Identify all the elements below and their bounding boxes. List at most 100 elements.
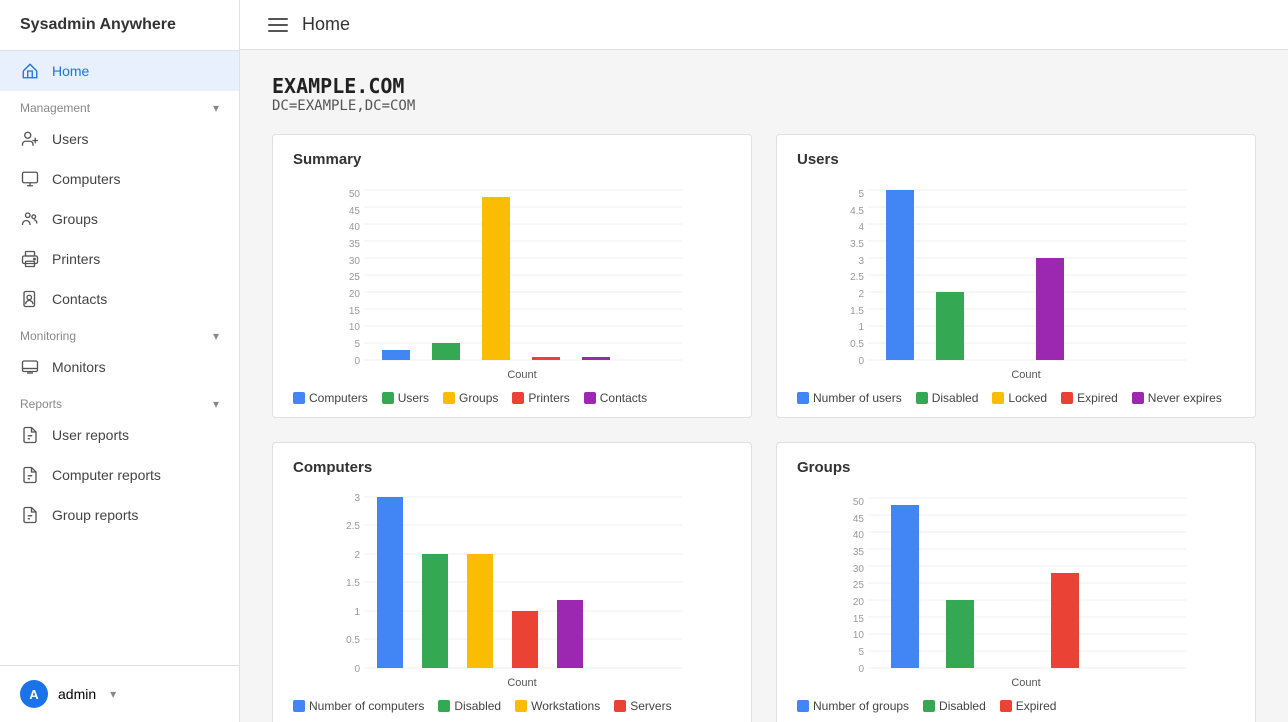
legend-groups: Groups (459, 391, 498, 405)
summary-chart-area: 0 5 10 15 20 25 30 35 40 45 50 (293, 180, 731, 383)
summary-chart-title: Summary (293, 151, 731, 168)
svg-text:4.5: 4.5 (850, 206, 864, 217)
groups-chart-area: 0 5 10 15 20 25 30 35 40 45 50 (797, 488, 1235, 691)
svg-text:10: 10 (349, 322, 361, 333)
menu-toggle[interactable] (268, 18, 288, 32)
svg-text:0.5: 0.5 (850, 339, 864, 350)
reports-label: Reports (20, 397, 62, 411)
group-reports-icon (20, 505, 40, 525)
svg-text:5: 5 (858, 647, 864, 658)
legend-expired-groups: Expired (1016, 699, 1057, 713)
sidebar-groups-label: Groups (52, 211, 98, 227)
management-chevron: ▾ (213, 101, 219, 115)
users-chart: Users 0 0.5 1 1.5 2 2.5 3 3.5 4 (776, 134, 1256, 418)
sidebar-computers-label: Computers (52, 171, 120, 187)
svg-text:5: 5 (354, 339, 360, 350)
svg-text:20: 20 (349, 289, 361, 300)
svg-text:1.5: 1.5 (850, 306, 864, 317)
svg-text:Count: Count (507, 369, 536, 380)
reports-section[interactable]: Reports ▾ (0, 387, 239, 415)
groups-svg: 0 5 10 15 20 25 30 35 40 45 50 (797, 488, 1235, 688)
computers-chart-area: 0 0.5 1 1.5 2 2.5 3 (293, 488, 731, 691)
svg-text:1: 1 (354, 607, 360, 618)
svg-text:4: 4 (858, 222, 864, 233)
users-svg: 0 0.5 1 1.5 2 2.5 3 3.5 4 4.5 5 (797, 180, 1235, 380)
users-chart-title: Users (797, 151, 1235, 168)
svg-text:1: 1 (858, 322, 864, 333)
svg-text:50: 50 (853, 497, 865, 508)
groups-legend: Number of groups Disabled Expired (797, 699, 1235, 713)
computers-icon (20, 169, 40, 189)
sidebar-item-group-reports[interactable]: Group reports (0, 495, 239, 535)
content-area: EXAMPLE.COM DC=EXAMPLE,DC=COM Summary 0 … (240, 50, 1288, 722)
svg-text:1.5: 1.5 (346, 578, 360, 589)
monitoring-section[interactable]: Monitoring ▾ (0, 319, 239, 347)
sidebar-home-label: Home (52, 63, 89, 79)
svg-text:Count: Count (507, 677, 536, 688)
user-menu[interactable]: A admin ▾ (0, 665, 239, 722)
management-label: Management (20, 101, 90, 115)
computers-chart: Computers 0 0.5 1 1.5 2 2.5 3 (272, 442, 752, 722)
svg-text:0: 0 (858, 356, 864, 367)
sidebar-item-printers[interactable]: Printers (0, 239, 239, 279)
legend-expired: Expired (1077, 391, 1118, 405)
printers-icon (20, 249, 40, 269)
management-section[interactable]: Management ▾ (0, 91, 239, 119)
svg-text:35: 35 (349, 239, 361, 250)
user-reports-icon (20, 425, 40, 445)
home-icon (20, 61, 40, 81)
charts-grid: Summary 0 5 10 15 20 25 30 35 (272, 134, 1256, 722)
sidebar-group-reports-label: Group reports (52, 507, 138, 523)
sidebar-users-label: Users (52, 131, 89, 147)
reports-chevron: ▾ (213, 397, 219, 411)
users-icon (20, 129, 40, 149)
sidebar-item-groups[interactable]: Groups (0, 199, 239, 239)
legend-disabled-computers: Disabled (454, 699, 501, 713)
legend-contacts: Contacts (600, 391, 647, 405)
main-content: Home EXAMPLE.COM DC=EXAMPLE,DC=COM Summa… (240, 0, 1288, 722)
sidebar-user-reports-label: User reports (52, 427, 129, 443)
groups-chart-title: Groups (797, 459, 1235, 476)
svg-text:Count: Count (1011, 369, 1040, 380)
legend-num-groups: Number of groups (813, 699, 909, 713)
svg-text:3.5: 3.5 (850, 239, 864, 250)
monitors-icon (20, 357, 40, 377)
svg-text:Count: Count (1011, 677, 1040, 688)
computers-legend: Number of computers Disabled Workstation… (293, 699, 731, 713)
sidebar-item-computer-reports[interactable]: Computer reports (0, 455, 239, 495)
legend-disabled-groups: Disabled (939, 699, 986, 713)
user-name: admin (58, 686, 96, 702)
svg-text:40: 40 (349, 222, 361, 233)
svg-text:2.5: 2.5 (850, 272, 864, 283)
sidebar-item-home[interactable]: Home (0, 51, 239, 91)
svg-text:45: 45 (349, 206, 361, 217)
sidebar-item-users[interactable]: Users (0, 119, 239, 159)
legend-num-computers: Number of computers (309, 699, 424, 713)
legend-workstations: Workstations (531, 699, 600, 713)
sidebar-item-contacts[interactable]: Contacts (0, 279, 239, 319)
legend-printers: Printers (528, 391, 569, 405)
legend-servers: Servers (630, 699, 671, 713)
sidebar-item-monitors[interactable]: Monitors (0, 347, 239, 387)
sidebar-contacts-label: Contacts (52, 291, 107, 307)
users-legend: Number of users Disabled Locked Expired … (797, 391, 1235, 405)
svg-text:10: 10 (853, 630, 865, 641)
svg-text:2: 2 (354, 550, 360, 561)
summary-chart: Summary 0 5 10 15 20 25 30 35 (272, 134, 752, 418)
groups-chart: Groups 0 5 10 15 20 25 30 35 40 (776, 442, 1256, 722)
computers-svg: 0 0.5 1 1.5 2 2.5 3 (293, 488, 731, 688)
legend-users: Users (398, 391, 429, 405)
monitoring-label: Monitoring (20, 329, 76, 343)
svg-text:20: 20 (853, 597, 865, 608)
sidebar-item-computers[interactable]: Computers (0, 159, 239, 199)
sidebar-item-user-reports[interactable]: User reports (0, 415, 239, 455)
svg-text:5: 5 (858, 189, 864, 200)
monitoring-chevron: ▾ (213, 329, 219, 343)
topbar: Home (240, 0, 1288, 50)
legend-locked: Locked (1008, 391, 1047, 405)
avatar: A (20, 680, 48, 708)
sidebar: Sysadmin Anywhere Home Management ▾ User… (0, 0, 240, 722)
legend-disabled-users: Disabled (932, 391, 979, 405)
svg-text:0.5: 0.5 (346, 635, 360, 646)
svg-text:0: 0 (858, 664, 864, 675)
